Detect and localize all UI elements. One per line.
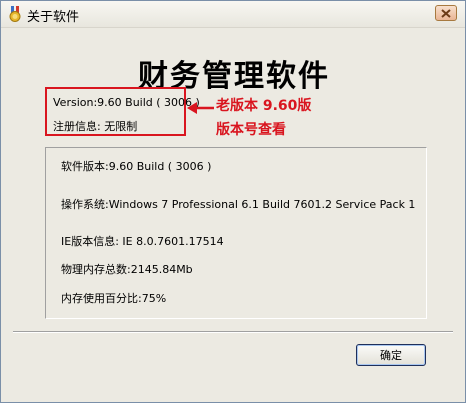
software-version: 软件版本:9.60 Build ( 3006 ) — [61, 160, 212, 173]
annotation-line-1: 老版本 9.60版 — [216, 98, 312, 114]
divider — [13, 331, 453, 333]
annotation-line-2: 版本号查看 — [216, 122, 286, 138]
title-bar[interactable]: 关于软件 — [1, 1, 465, 28]
about-dialog: 关于软件 财务管理软件 Version:9.60 Build ( 3006 ) … — [0, 0, 466, 403]
window-title: 关于软件 — [27, 10, 80, 25]
close-button[interactable] — [435, 5, 457, 21]
close-icon — [441, 9, 451, 18]
arrow-left-icon — [187, 102, 214, 114]
ok-button[interactable]: 确定 — [356, 344, 426, 366]
medal-icon — [7, 6, 23, 22]
memory-usage: 内存使用百分比:75% — [61, 292, 167, 305]
total-memory: 物理内存总数:2145.84Mb — [61, 263, 193, 276]
version-line: Version:9.60 Build ( 3006 ) — [53, 96, 200, 109]
ie-version: IE版本信息: IE 8.0.7601.17514 — [61, 235, 224, 248]
registration-line: 注册信息: 无限制 — [53, 120, 138, 133]
os-info: 操作系统:Windows 7 Professional 6.1 Build 76… — [61, 198, 416, 211]
